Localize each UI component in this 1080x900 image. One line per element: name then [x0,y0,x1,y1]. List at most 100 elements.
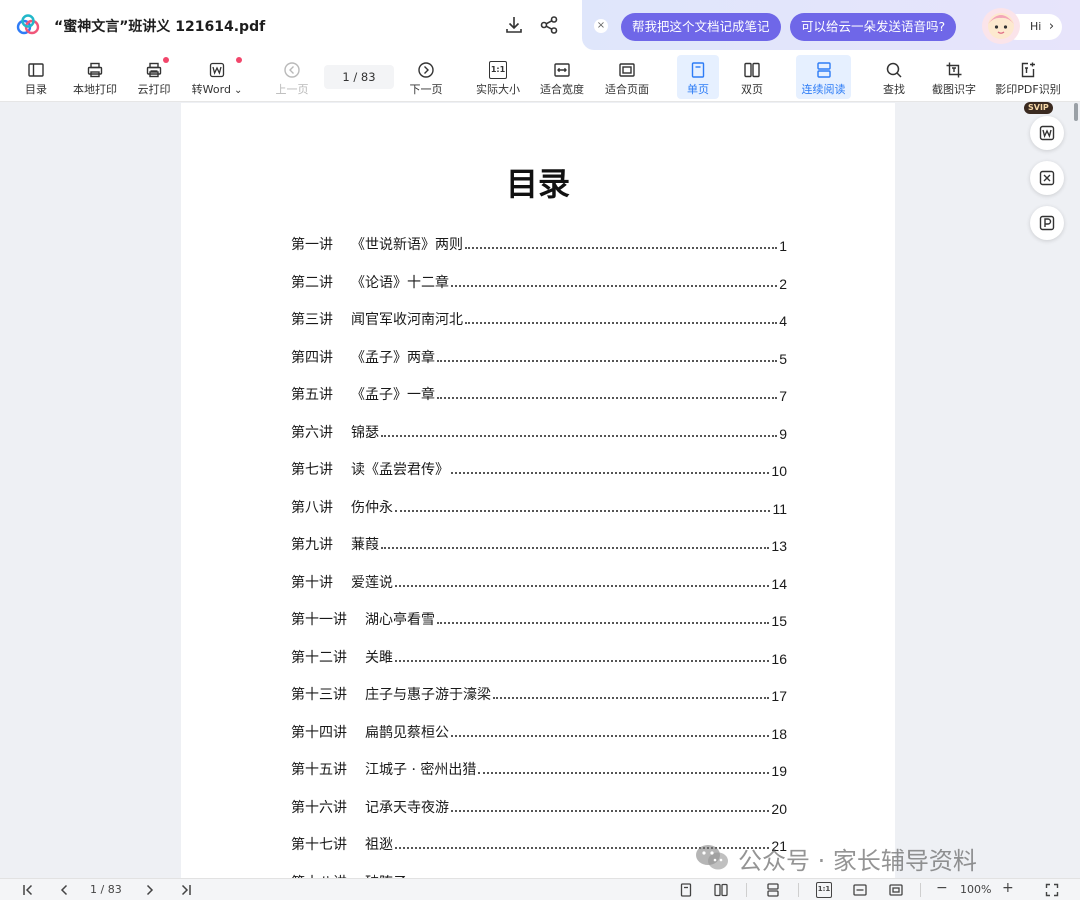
toc-dot-leader [451,734,770,737]
continuous-read-button[interactable]: 连续阅读 [796,55,851,99]
toc-lecture-number: 第二讲 [291,274,333,291]
toolbar-label: 目录 [25,83,47,96]
toc-page-number: 18 [771,725,787,742]
scan-pdf-ocr-button[interactable]: 影印PDF识别 [994,50,1062,102]
screenshot-ocr-icon [946,62,962,78]
fit-width-button[interactable]: 适合宽度 [536,50,588,102]
double-page-button[interactable]: 双页 [732,50,772,102]
toc-lecture-number: 第十五讲 [291,762,347,778]
fit-page-button[interactable]: 适合页面 [600,50,654,102]
notification-dot [236,57,242,63]
toc-entry-title: 《世说新语》两则 [351,237,463,253]
local-print-button[interactable]: 本地打印 [70,50,120,102]
download-icon[interactable] [503,14,525,36]
last-page-icon[interactable] [178,882,194,898]
toc-entry[interactable]: 第十三讲 庄子与惠子游于濠梁 17 [291,682,787,704]
status-page-indicator[interactable]: 1 / 83 [90,883,122,896]
toc-entry[interactable]: 第十一讲 湖心亭看雪 15 [291,607,787,629]
toc-entry[interactable]: 第一讲 《世说新语》两则 1 [291,232,787,254]
watermark-text: 公众号 · 家长辅导资料 [738,846,977,875]
toc-page-number: 5 [779,350,787,367]
toc-entry[interactable]: 第三讲 闻官军收河南河北 4 [291,307,787,329]
prev-page-small-icon[interactable] [56,882,72,898]
app-logo-icon [16,14,40,35]
toolbar-label: 本地打印 [73,83,117,96]
actual-size-button[interactable]: 1:1 实际大小 [470,50,526,102]
ai-suggestion-voice-button[interactable]: 可以给云一朵发送语音吗? [790,13,957,41]
toc-page-number: 2 [779,275,787,292]
toc-page-number: 17 [771,688,787,704]
fit-width-small-icon[interactable] [852,882,868,898]
toc-entry[interactable]: 第十二讲 关雎 16 [291,645,787,667]
toc-page-number: 13 [771,538,787,554]
toc-entry-title: 伤仲永 [351,499,393,516]
toc-lecture-number: 第三讲 [291,312,333,328]
actual-size-small-icon[interactable]: 1:1 [816,882,832,898]
zoom-level[interactable]: 100% [960,883,991,896]
zoom-out-button[interactable]: − [936,880,948,896]
single-page-icon [691,62,705,78]
toc-entry[interactable]: 第十四讲 扁鹊见蔡桓公 18 [291,720,787,742]
single-page-small-icon[interactable] [678,882,694,898]
ai-suggestion-note-button[interactable]: 帮我把这个文档记成笔记 [621,13,781,41]
toc-button[interactable]: 目录 [16,50,56,102]
vertical-scrollbar-thumb[interactable] [1074,103,1078,121]
ai-panel-close-button[interactable]: × [594,19,608,33]
toc-entry[interactable]: 第五讲 《孟子》一章 7 [291,382,787,404]
to-ppt-float-button[interactable] [1030,206,1064,240]
printer-icon [87,62,103,78]
toc-page-number: 16 [771,650,787,667]
toc-entry[interactable]: 第四讲 《孟子》两章 5 [291,345,787,367]
scan-pdf-ocr-icon [1021,62,1035,78]
page-number-input[interactable]: 1 / 83 [324,65,394,89]
next-page-button[interactable]: 下一页 [404,50,448,102]
toc-entry-title: 爱莲说 [351,574,393,591]
to-word-float-button[interactable] [1030,116,1064,150]
wechat-icon [696,845,728,870]
toc-entry[interactable]: 第十五讲 江城子 · 密州出猎 19 [291,757,787,779]
toc-lecture-number: 第八讲 [291,499,333,516]
share-icon[interactable] [538,14,560,36]
fit-page-icon [619,63,635,77]
fit-page-small-icon[interactable] [888,882,904,898]
toc-entry-title: 读《孟尝君传》 [351,462,449,478]
toc-dot-leader [395,659,770,662]
toolbar-label: 适合页面 [605,83,649,96]
to-excel-float-button[interactable] [1030,161,1064,195]
zoom-in-button[interactable]: + [1002,880,1014,896]
toc-lecture-number: 第十一讲 [291,612,347,628]
toc-entry[interactable]: 第二讲 《论语》十二章 2 [291,270,787,292]
toolbar-label: 单页 [687,83,709,96]
toc-entry-title: 锦瑟 [351,424,379,441]
toc-page-number: 9 [779,425,787,442]
toc-entry[interactable]: 第六讲 锦瑟 9 [291,420,787,442]
toc-page-number: 1 [779,238,787,254]
continuous-read-small-icon[interactable] [765,882,781,898]
toc-page-number: 4 [779,313,787,329]
next-page-small-icon[interactable] [142,882,158,898]
screenshot-ocr-button[interactable]: 截图识字 [928,50,980,102]
toc-entry[interactable]: 第八讲 伤仲永 11 [291,495,787,517]
toc-dot-leader [437,397,778,399]
toc-dot-leader [395,509,771,512]
toc-entry[interactable]: 第十讲 爱莲说 14 [291,570,787,592]
fullscreen-icon[interactable] [1044,882,1060,898]
toolbar-label: 云打印 [137,83,171,96]
toc-entry[interactable]: 第九讲 蒹葭 13 [291,532,787,554]
first-page-icon[interactable] [20,882,36,898]
single-page-button[interactable]: 单页 [677,55,719,99]
toc-page-number: 11 [772,500,787,517]
search-button[interactable]: 查找 [874,50,914,102]
toc-dot-leader [381,434,778,437]
toc-dot-leader [465,247,778,249]
toc-page-number: 15 [771,613,787,629]
toc-lecture-number: 第七讲 [291,462,333,478]
double-page-icon [744,62,760,78]
assistant-avatar[interactable] [982,8,1020,44]
prev-page-button[interactable]: 上一页 [270,50,314,102]
toc-entry[interactable]: 第七讲 读《孟尝君传》 10 [291,457,787,479]
toolbar-label: 双页 [741,83,763,96]
double-page-small-icon[interactable] [713,882,729,898]
toc-entry[interactable]: 第十六讲 记承天寺夜游 20 [291,795,787,817]
toolbar-label: 截图识字 [932,83,976,96]
